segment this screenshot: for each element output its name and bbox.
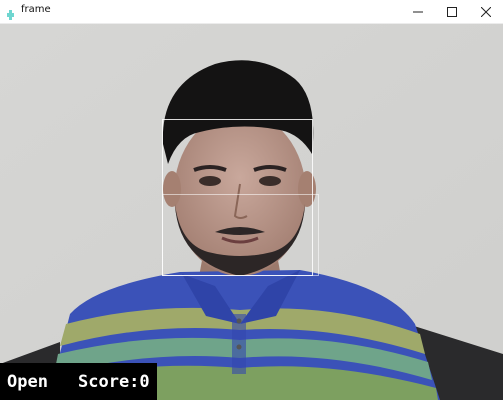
app-icon <box>6 6 16 20</box>
minimize-button[interactable] <box>401 0 435 24</box>
score-label: Score:0 <box>78 372 150 392</box>
maximize-button[interactable] <box>435 0 469 24</box>
app-window: frame Open Score:0 <box>0 0 503 400</box>
close-icon <box>481 7 491 17</box>
webcam-frame <box>0 24 503 400</box>
maximize-icon <box>447 7 457 17</box>
window-title: frame <box>21 4 51 15</box>
status-overlay: Open Score:0 <box>0 363 157 400</box>
eye-status-label: Open <box>7 372 48 392</box>
title-bar[interactable]: frame <box>0 0 503 24</box>
close-button[interactable] <box>469 0 503 24</box>
webcam-image <box>0 24 503 400</box>
minimize-icon <box>413 11 423 13</box>
